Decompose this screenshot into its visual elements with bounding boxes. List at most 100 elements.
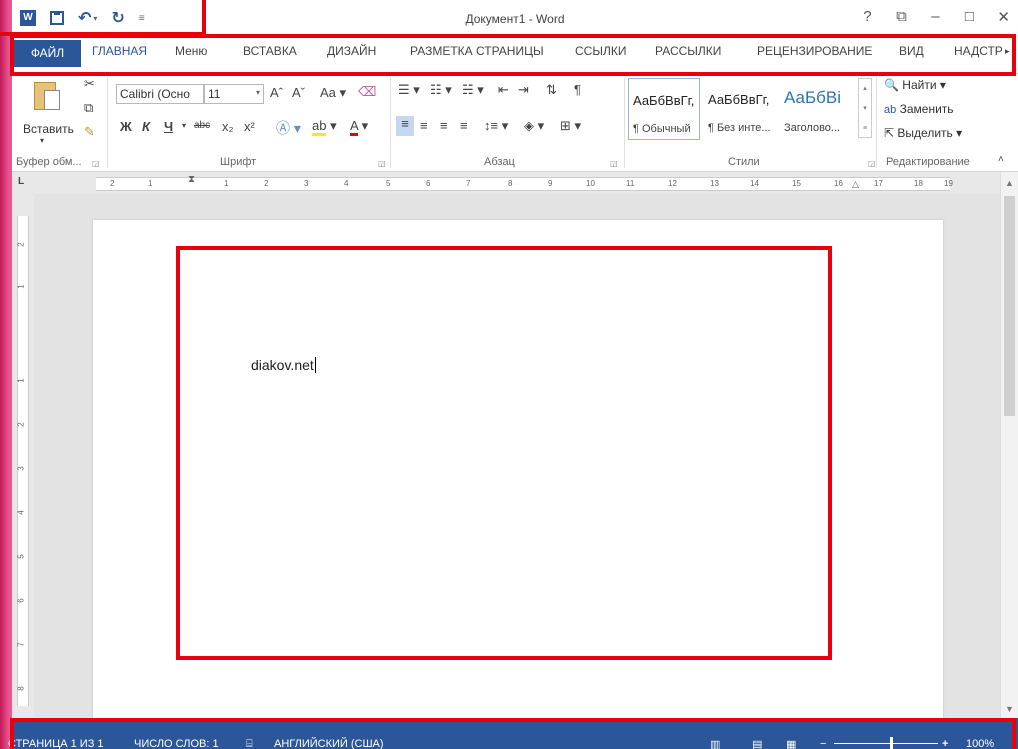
- bold-button[interactable]: Ж: [120, 119, 132, 134]
- borders-icon[interactable]: ⊞ ▾: [560, 118, 581, 134]
- cursor-icon: ⇱: [884, 126, 895, 140]
- tab-home[interactable]: ГЛАВНАЯ: [92, 44, 147, 58]
- zoom-level[interactable]: 100%: [966, 738, 994, 749]
- tab-page-layout[interactable]: РАЗМЕТКА СТРАНИЦЫ: [410, 44, 544, 58]
- tab-references[interactable]: ССЫЛКИ: [575, 44, 626, 58]
- left-indent-marker-icon[interactable]: ⧗: [188, 174, 195, 185]
- vertical-ruler[interactable]: 2 1 1 2 3 4 5 6 7 8: [12, 194, 34, 718]
- text-effects-icon[interactable]: Ⓐ ▾: [276, 118, 301, 138]
- scroll-up-icon[interactable]: ▲: [1005, 178, 1014, 188]
- collapse-ribbon-icon[interactable]: ˄: [998, 154, 1004, 165]
- paragraph-group-label: Абзац: [484, 156, 515, 168]
- clipboard-group-label: Буфер обм...: [16, 156, 82, 168]
- bullets-icon[interactable]: ☰ ▾: [398, 82, 420, 98]
- cut-icon[interactable]: ✂: [84, 76, 95, 92]
- shrink-font-icon[interactable]: Aˇ: [292, 85, 305, 100]
- replace-icon: ab: [884, 104, 897, 116]
- chevron-down-icon: ▾: [40, 136, 45, 145]
- scroll-thumb[interactable]: [1004, 196, 1015, 416]
- subscript-button[interactable]: x₂: [222, 119, 234, 134]
- print-layout-icon[interactable]: ▤: [752, 738, 762, 749]
- style-normal[interactable]: АаБбВвГг, ¶ Обычный: [628, 78, 700, 140]
- scroll-down-icon[interactable]: ▼: [1005, 704, 1014, 714]
- font-color-icon[interactable]: A ▾: [350, 118, 368, 136]
- find-button[interactable]: 🔍 Найти ▾: [884, 78, 946, 92]
- superscript-button[interactable]: x²: [244, 119, 255, 134]
- text-cursor: [314, 357, 316, 373]
- shading-icon[interactable]: ◈ ▾: [524, 118, 544, 134]
- font-group-label: Шрифт: [220, 156, 257, 168]
- select-button[interactable]: ⇱ Выделить ▾: [884, 126, 962, 140]
- zoom-out-icon[interactable]: −: [820, 738, 826, 749]
- zoom-slider-thumb[interactable]: [890, 737, 893, 749]
- align-right-icon[interactable]: ≡: [440, 118, 448, 133]
- line-spacing-icon[interactable]: ↕≡ ▾: [484, 118, 508, 134]
- font-size-combo[interactable]: 11 ▾: [204, 84, 264, 104]
- increase-indent-icon[interactable]: ⇥: [518, 82, 529, 98]
- language-status[interactable]: АНГЛИЙСКИЙ (США): [274, 738, 384, 749]
- read-mode-icon[interactable]: ▥: [710, 738, 720, 749]
- style-no-spacing[interactable]: АаБбВвГг, ¶ Без инте...: [704, 78, 776, 140]
- tab-mailings[interactable]: РАССЫЛКИ: [655, 44, 721, 58]
- multilevel-list-icon[interactable]: ☵ ▾: [462, 82, 484, 98]
- tab-menu[interactable]: Меню: [175, 44, 207, 58]
- align-center-icon[interactable]: ≡: [420, 118, 428, 133]
- title-bar: W ↶ ▾ ↻ ≡ Документ1 - Word ? ⧉ – □ ✕: [12, 0, 1018, 36]
- editing-group-label: Редактирование: [886, 156, 970, 168]
- clipboard-launcher-icon[interactable]: ◲: [92, 159, 100, 168]
- grow-font-icon[interactable]: Aˆ: [270, 85, 283, 100]
- clear-formatting-icon[interactable]: ⌫: [358, 84, 376, 100]
- zoom-in-icon[interactable]: +: [942, 738, 948, 749]
- copy-icon[interactable]: ⧉: [84, 100, 93, 116]
- right-indent-marker-icon[interactable]: △: [852, 179, 859, 190]
- paste-label: Вставить: [23, 122, 74, 136]
- maximize-icon[interactable]: □: [963, 8, 975, 26]
- horizontal-ruler[interactable]: L 2 1 1 2 3 4 5 6 7 8 9 10 11 12 13 14 1…: [12, 172, 1000, 194]
- tab-file[interactable]: ФАЙЛ: [14, 40, 81, 67]
- format-painter-icon[interactable]: ✎: [84, 124, 95, 140]
- tab-review[interactable]: РЕЦЕНЗИРОВАНИЕ: [757, 44, 872, 58]
- proofing-icon[interactable]: ⌸: [246, 738, 253, 749]
- minimize-icon[interactable]: –: [929, 8, 941, 26]
- italic-button[interactable]: К: [142, 119, 150, 134]
- tab-addins[interactable]: НАДСТР: [954, 44, 1003, 58]
- sort-icon[interactable]: ⇅: [546, 82, 557, 98]
- tab-insert[interactable]: ВСТАВКА: [243, 44, 297, 58]
- strikethrough-button[interactable]: abc: [194, 120, 210, 131]
- decrease-indent-icon[interactable]: ⇤: [498, 82, 509, 98]
- page-count[interactable]: СТРАНИЦА 1 ИЗ 1: [8, 738, 104, 749]
- justify-icon[interactable]: ≡: [460, 118, 468, 133]
- underline-button[interactable]: Ч: [164, 119, 173, 134]
- ribbon: Вставить ▾ ✂ ⧉ ✎ Буфер обм... ◲ Calibri …: [12, 74, 1018, 172]
- numbering-icon[interactable]: ☷ ▾: [430, 82, 452, 98]
- word-count[interactable]: ЧИСЛО СЛОВ: 1: [134, 738, 219, 749]
- tab-view[interactable]: ВИД: [899, 44, 924, 58]
- status-bar: СТРАНИЦА 1 ИЗ 1 ЧИСЛО СЛОВ: 1 ⌸ АНГЛИЙСК…: [8, 718, 1018, 749]
- ribbon-display-icon[interactable]: ⧉: [895, 8, 907, 26]
- vertical-scrollbar[interactable]: ▲ ▼: [1000, 172, 1018, 718]
- close-icon[interactable]: ✕: [997, 8, 1010, 26]
- show-marks-icon[interactable]: ¶: [574, 82, 581, 97]
- paste-button[interactable]: Вставить ▾: [20, 78, 74, 150]
- help-icon[interactable]: ?: [861, 8, 873, 26]
- web-layout-icon[interactable]: ▦: [786, 738, 796, 749]
- document-text[interactable]: diakov.net: [251, 357, 316, 373]
- binoculars-icon: 🔍: [884, 78, 899, 92]
- style-heading[interactable]: АаБбВі Заголово...: [780, 78, 856, 140]
- align-left-icon[interactable]: ≡: [396, 116, 414, 136]
- paragraph-launcher-icon[interactable]: ◲: [610, 159, 618, 168]
- tabs-scroll-right-icon[interactable]: ▸: [1005, 46, 1010, 57]
- document-page[interactable]: diakov.net: [93, 220, 943, 718]
- font-name-combo[interactable]: Calibri (Осно: [116, 84, 204, 104]
- replace-button[interactable]: ab Заменить: [884, 102, 954, 116]
- highlight-color-icon[interactable]: ab ▾: [312, 118, 337, 136]
- zoom-slider[interactable]: [834, 737, 938, 749]
- underline-dropdown-icon[interactable]: ▾: [182, 121, 186, 130]
- font-launcher-icon[interactable]: ◲: [378, 159, 386, 168]
- styles-scroll[interactable]: ▴ ▾ ≡: [858, 78, 872, 138]
- tab-design[interactable]: ДИЗАЙН: [327, 44, 376, 58]
- tab-selector-icon[interactable]: L: [18, 176, 24, 187]
- styles-launcher-icon[interactable]: ◲: [868, 159, 876, 168]
- change-case-button[interactable]: Aa ▾: [320, 85, 346, 101]
- ribbon-tabs: ФАЙЛ ГЛАВНАЯ Меню ВСТАВКА ДИЗАЙН РАЗМЕТК…: [12, 36, 1018, 74]
